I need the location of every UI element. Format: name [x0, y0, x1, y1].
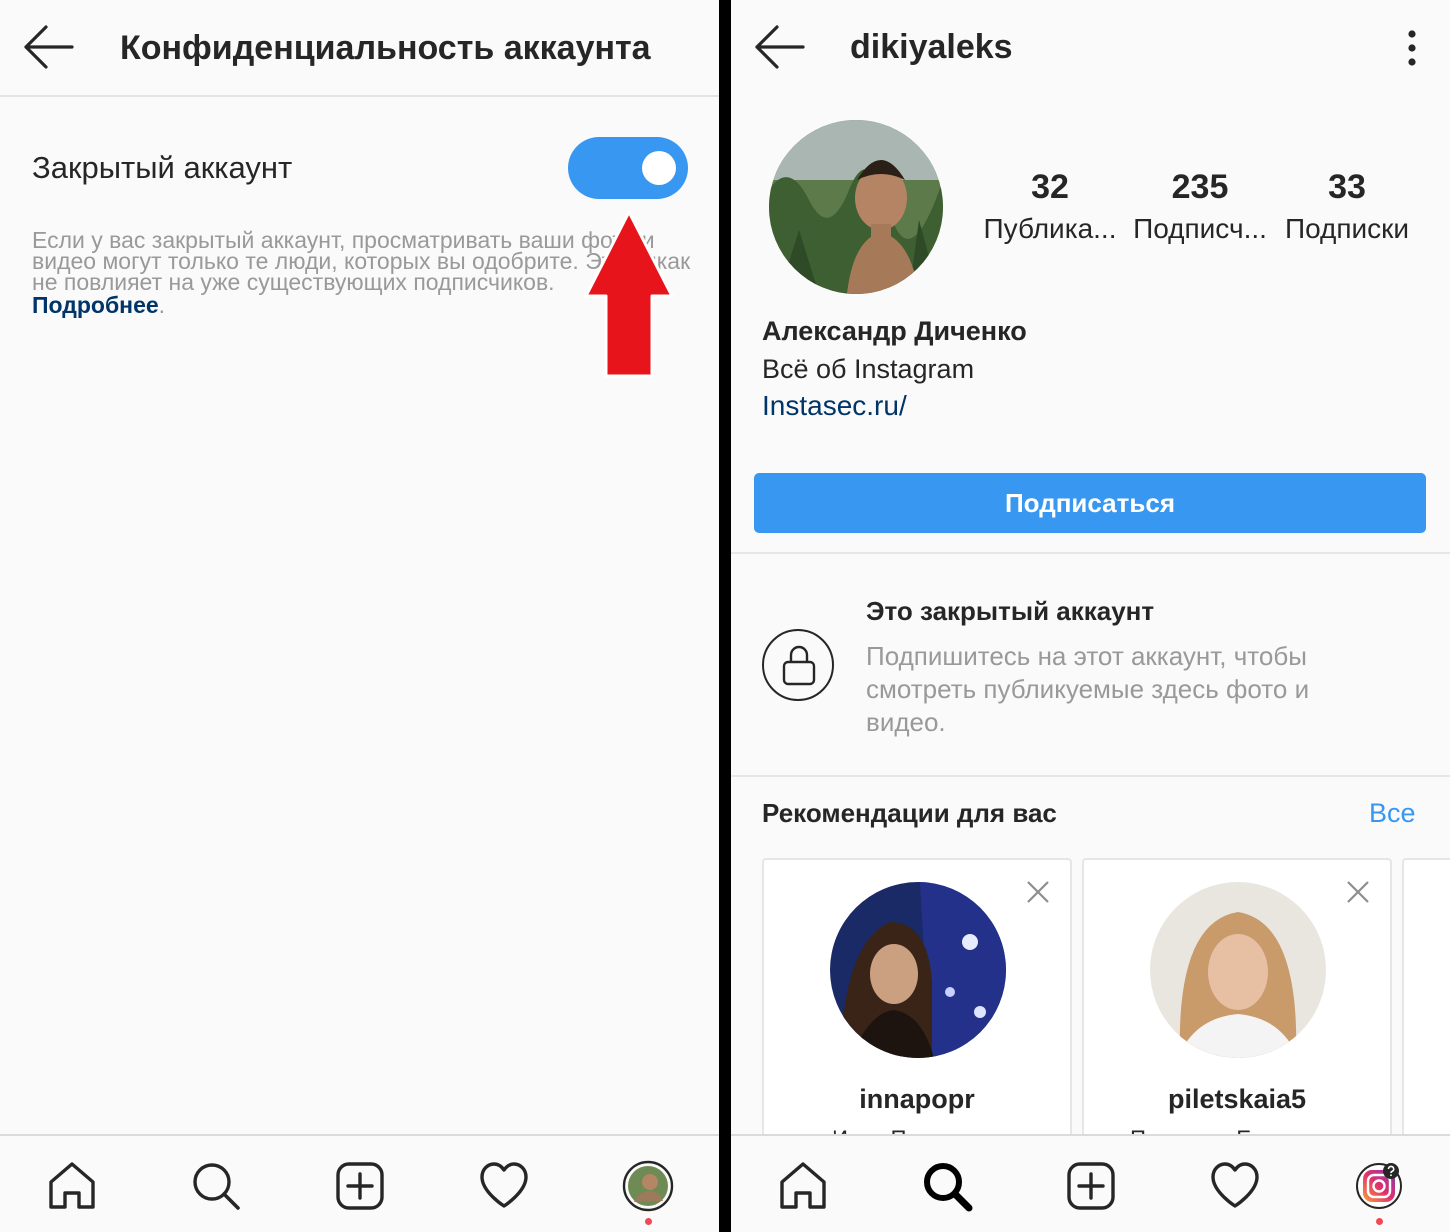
red-arrow-annotation — [584, 210, 674, 378]
divider — [731, 552, 1450, 554]
page-title: Конфиденциальность аккаунта — [120, 29, 651, 67]
back-arrow-icon[interactable] — [753, 24, 805, 70]
stat-following[interactable]: 33 Подписки — [1277, 168, 1417, 245]
recommendations-title: Рекомендации для вас — [762, 798, 1057, 828]
see-all-link[interactable]: Все — [1369, 798, 1416, 829]
stat-following-label: Подписки — [1284, 213, 1410, 244]
close-icon[interactable] — [1026, 880, 1050, 904]
profile-username: dikiyaleks — [850, 28, 1013, 66]
home-icon[interactable] — [46, 1160, 98, 1212]
recommendation-card[interactable]: innapopr Инна Попроцкая — [762, 858, 1072, 1158]
stat-posts[interactable]: 32 Публика... — [980, 168, 1120, 245]
recommendation-username[interactable]: piletskaia5 — [1084, 1084, 1390, 1115]
stat-posts-label: Публика... — [983, 213, 1117, 244]
profile-avatar[interactable] — [769, 120, 943, 294]
more-options-icon[interactable] — [1401, 28, 1423, 68]
top-bar: Конфиденциальность аккаунта — [0, 0, 719, 97]
home-icon[interactable] — [777, 1160, 829, 1212]
add-post-icon[interactable] — [1065, 1160, 1117, 1212]
recommendation-card[interactable]: piletskaia5 Пилецкая Екатерина — [1082, 858, 1392, 1158]
learn-more-link[interactable]: Подробнее. — [32, 292, 165, 319]
private-account-label: Закрытый аккаунт — [32, 150, 293, 185]
stat-posts-value: 32 — [1031, 168, 1069, 206]
follow-button[interactable]: Подписаться — [754, 473, 1426, 533]
bottom-navigation — [0, 1134, 719, 1232]
private-account-toggle[interactable] — [568, 137, 688, 199]
divider — [731, 775, 1450, 777]
stat-followers-label: Подписч... — [1133, 213, 1267, 244]
top-bar: dikiyaleks — [731, 0, 1450, 97]
profile-instagram-avatar[interactable] — [1353, 1160, 1405, 1212]
stat-followers-value: 235 — [1171, 168, 1229, 206]
learn-more-label: Подробнее — [32, 292, 159, 318]
profile-full-name: Александр Диченко — [762, 316, 1027, 346]
heart-icon[interactable] — [478, 1160, 530, 1212]
private-account-title: Это закрытый аккаунт — [866, 596, 1155, 626]
add-post-icon[interactable] — [334, 1160, 386, 1212]
bottom-navigation — [731, 1134, 1450, 1232]
toggle-knob — [642, 151, 676, 185]
notification-dot — [1376, 1218, 1383, 1225]
stat-followers[interactable]: 235 Подписч... — [1130, 168, 1270, 245]
close-icon[interactable] — [1346, 880, 1370, 904]
profile-screen: dikiyaleks 32 Публика... 235 Подписч... … — [731, 0, 1450, 1232]
notification-dot — [645, 1218, 652, 1225]
search-icon[interactable] — [921, 1160, 973, 1212]
privacy-settings-screen: Конфиденциальность аккаунта Закрытый акк… — [0, 0, 719, 1232]
back-arrow-icon[interactable] — [22, 24, 74, 70]
profile-avatar[interactable] — [622, 1160, 674, 1212]
heart-icon[interactable] — [1209, 1160, 1261, 1212]
stat-following-value: 33 — [1328, 168, 1366, 206]
profile-bio: Всё об Instagram — [762, 354, 975, 384]
lock-icon — [762, 629, 834, 701]
recommendation-username[interactable]: innapopr — [764, 1084, 1070, 1115]
recommendation-avatar[interactable] — [1150, 882, 1326, 1058]
search-icon[interactable] — [190, 1160, 242, 1212]
recommendation-card-partial[interactable] — [1402, 858, 1450, 1158]
profile-website-link[interactable]: Instasec.ru/ — [762, 390, 907, 422]
recommendation-avatar[interactable] — [830, 882, 1006, 1058]
private-account-text: Подпишитесь на этот аккаунт, чтобы смотр… — [866, 641, 1310, 737]
